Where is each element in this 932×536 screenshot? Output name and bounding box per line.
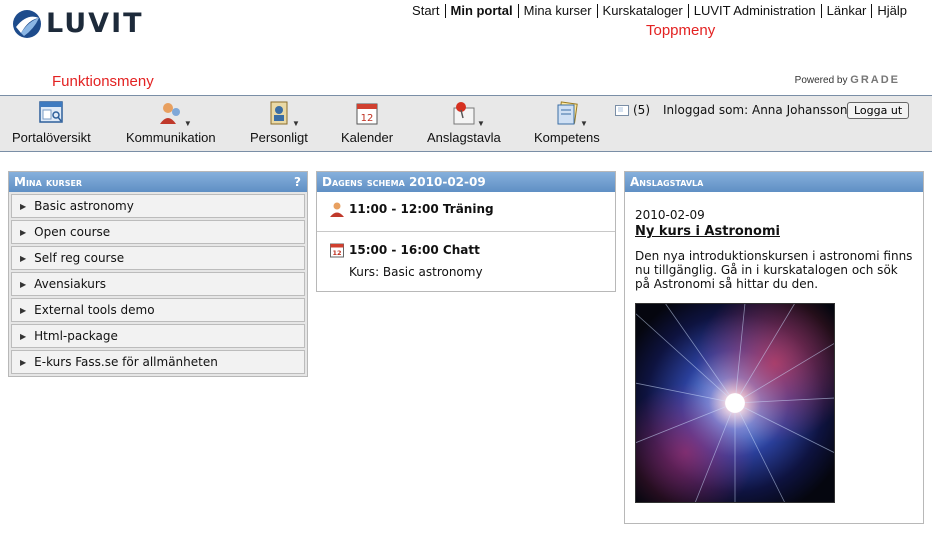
topnav-min-portal[interactable]: Min portal xyxy=(444,4,518,18)
chevron-down-icon: ▼ xyxy=(291,119,300,128)
bulletin-headline-link[interactable]: Ny kurs i Astronomi xyxy=(635,224,913,239)
course-label: E-kurs Fass.se för allmänheten xyxy=(34,355,218,369)
course-item-avensiakurs[interactable]: ▶ Avensiakurs xyxy=(11,272,305,296)
id-card-icon xyxy=(270,101,288,125)
toolbar-personligt[interactable]: ▼ Personligt xyxy=(250,100,308,145)
course-label: Self reg course xyxy=(34,251,125,265)
bulletin-board-panel: Anslagstavla 2010-02-09 Ny kurs i Astron… xyxy=(624,171,924,524)
chevron-right-icon: ▶ xyxy=(20,331,27,341)
toolbar-kalender-label: Kalender xyxy=(341,130,394,145)
function-toolbar: Portalöversikt ▼ Kommunikation ▼ Personl… xyxy=(0,95,932,152)
toolbar-kommunikation[interactable]: ▼ Kommunikation xyxy=(126,100,216,145)
course-item-basic-astronomy[interactable]: ▶ Basic astronomy xyxy=(11,194,305,218)
document-stack-icon xyxy=(557,101,578,125)
powered-by: Powered by GRADE xyxy=(795,74,900,86)
toolbar-portaloversikt[interactable]: Portalöversikt xyxy=(12,100,91,145)
toolbar-kalender[interactable]: 12 Kalender xyxy=(341,100,393,145)
toppmeny-label: Toppmeny xyxy=(646,22,716,39)
luvit-logo[interactable]: LUVIT xyxy=(12,8,144,39)
course-item-html-package[interactable]: ▶ Html-package xyxy=(11,324,305,348)
my-courses-header: Mina kurser ? xyxy=(9,172,307,192)
toolbar-kompetens[interactable]: ▼ Kompetens xyxy=(534,100,600,145)
message-indicator[interactable]: (5) xyxy=(615,103,650,117)
calendar-icon: 12 xyxy=(356,103,378,125)
schedule-time: 15:00 - 16:00 Chatt xyxy=(349,243,480,257)
chevron-right-icon: ▶ xyxy=(20,305,27,315)
chevron-down-icon: ▼ xyxy=(579,119,588,128)
topnav-hjalp[interactable]: Hjälp xyxy=(871,4,912,18)
toolbar-kompetens-label: Kompetens xyxy=(534,130,600,145)
powered-by-prefix: Powered by xyxy=(794,75,848,86)
course-item-external-tools-demo[interactable]: ▶ External tools demo xyxy=(11,298,305,322)
chevron-right-icon: ▶ xyxy=(20,253,27,263)
kommunikation-icon-wrap: ▼ xyxy=(158,100,192,128)
logged-in-user: Inloggad som: Anna Johansson xyxy=(663,103,848,117)
topnav-lankar[interactable]: Länkar xyxy=(820,4,872,18)
toolbar-anslagstavla[interactable]: ▼ Anslagstavla xyxy=(427,100,501,145)
chevron-right-icon: ▶ xyxy=(20,227,27,237)
schedule-time: 11:00 - 12:00 Träning xyxy=(349,202,494,216)
my-courses-panel: Mina kurser ? ▶ Basic astronomy ▶ Open c… xyxy=(8,171,308,377)
logo-swoosh-icon xyxy=(13,9,41,38)
topnav-luvit-administration[interactable]: LUVIT Administration xyxy=(687,4,821,18)
anslagstavla-icon-wrap: ▼ xyxy=(451,100,485,128)
people-chat-icon xyxy=(159,103,180,124)
logo-text: LUVIT xyxy=(46,8,144,39)
course-item-self-reg-course[interactable]: ▶ Self reg course xyxy=(11,246,305,270)
topnav-start[interactable]: Start xyxy=(407,4,444,18)
course-label: External tools demo xyxy=(34,303,155,317)
chevron-right-icon: ▶ xyxy=(20,357,27,367)
funktionsmeny-label: Funktionsmeny xyxy=(52,73,154,90)
chevron-down-icon: ▼ xyxy=(183,119,192,128)
course-label: Open course xyxy=(34,225,111,239)
schedule-entry[interactable]: 11:00 - 12:00 Träning xyxy=(317,192,615,232)
my-courses-title: Mina kurser xyxy=(14,175,83,189)
logout-button[interactable]: Logga ut xyxy=(847,102,910,119)
course-label: Html-package xyxy=(34,329,118,343)
toolbar-personligt-label: Personligt xyxy=(250,130,308,145)
top-navigation: Start Min portal Mina kurser Kurskatalog… xyxy=(407,4,912,18)
pinboard-icon xyxy=(453,102,475,125)
personligt-icon-wrap: ▼ xyxy=(266,100,300,128)
toolbar-portaloversikt-label: Portalöversikt xyxy=(12,130,91,145)
person-icon xyxy=(330,202,344,217)
starburst-space-image xyxy=(635,303,835,503)
bulletin-date: 2010-02-09 xyxy=(635,208,705,222)
chevron-down-icon: ▼ xyxy=(476,119,485,128)
chevron-right-icon: ▶ xyxy=(20,279,27,289)
bulletin-header: Anslagstavla xyxy=(625,172,923,192)
toolbar-anslagstavla-label: Anslagstavla xyxy=(427,130,501,145)
course-label: Avensiakurs xyxy=(34,277,107,291)
help-icon[interactable]: ? xyxy=(294,172,301,192)
chevron-right-icon: ▶ xyxy=(20,201,27,211)
todays-schedule-panel: Dagens schema 2010-02-09 11:00 - 12:00 T… xyxy=(316,171,616,292)
schedule-entry[interactable]: 12 15:00 - 16:00 Chatt Kurs: Basic astro… xyxy=(317,232,615,279)
course-label: Basic astronomy xyxy=(34,199,134,213)
kompetens-icon-wrap: ▼ xyxy=(554,100,588,128)
portal-overview-icon xyxy=(39,101,64,123)
course-item-open-course[interactable]: ▶ Open course xyxy=(11,220,305,244)
course-item-e-kurs-fass[interactable]: ▶ E-kurs Fass.se för allmänheten xyxy=(11,350,305,374)
schedule-course: Kurs: Basic astronomy xyxy=(349,265,483,279)
toolbar-kommunikation-label: Kommunikation xyxy=(126,130,216,145)
topnav-mina-kurser[interactable]: Mina kurser xyxy=(517,4,597,18)
bulletin-text: Den nya introduktionskursen i astronomi … xyxy=(635,249,913,291)
calendar-icon: 12 xyxy=(330,243,344,258)
grade-logo: GRADE xyxy=(850,74,900,86)
svg-text:12: 12 xyxy=(332,249,341,257)
mail-icon xyxy=(615,104,629,116)
svg-text:12: 12 xyxy=(361,113,374,124)
mail-count: (5) xyxy=(633,103,650,117)
topnav-kurskataloger[interactable]: Kurskataloger xyxy=(596,4,688,18)
schedule-header: Dagens schema 2010-02-09 xyxy=(317,172,615,192)
